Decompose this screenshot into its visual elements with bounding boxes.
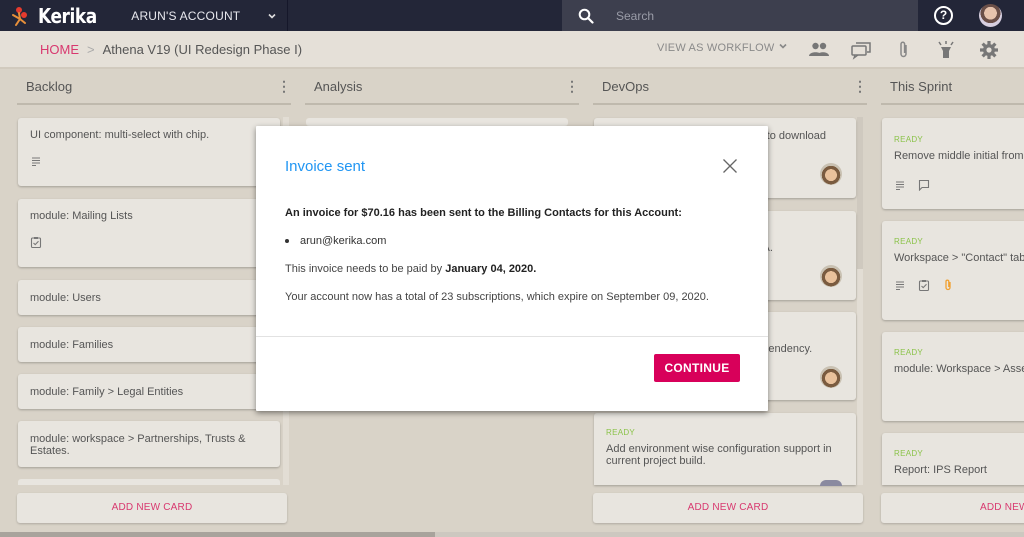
card-title: UI component: multi-select with chip. <box>30 129 210 141</box>
user-avatar[interactable] <box>979 4 1002 27</box>
due-date-text: This invoice needs to be paid by January… <box>285 263 744 275</box>
column-header: This Sprint <box>881 69 1024 105</box>
view-as-dropdown[interactable]: VIEW AS WORKFLOW <box>657 42 775 54</box>
add-new-card-button[interactable]: ADD NEW <box>881 493 1024 523</box>
chat-icon[interactable] <box>850 40 872 60</box>
card-partial[interactable] <box>18 479 280 485</box>
column-scrollbar[interactable] <box>857 117 863 485</box>
project-header: HOME > Athena V19 (UI Redesign Phase I) … <box>0 31 1024 69</box>
chevron-down-icon[interactable] <box>778 41 788 51</box>
column-title: Backlog <box>26 78 73 94</box>
card[interactable]: READY module: Workspace > Asset <box>882 332 1024 421</box>
card[interactable]: READY Add environment wise configuration… <box>594 413 856 486</box>
more-vert-icon[interactable]: ⋮ <box>565 79 579 93</box>
card-status: READY <box>894 237 924 246</box>
assignee-avatar[interactable] <box>820 265 842 287</box>
people-icon[interactable] <box>808 40 830 60</box>
settings-icon[interactable] <box>978 40 1000 60</box>
search-icon[interactable] <box>578 8 594 24</box>
assignee-avatar[interactable] <box>820 480 842 486</box>
card-title: Report: IPS Report <box>894 464 987 476</box>
invoice-summary: An invoice for $70.16 has been sent to t… <box>285 207 682 219</box>
card-status: READY <box>894 449 924 458</box>
card-status: READY <box>894 348 924 357</box>
card-title: module: Family > Legal Entities <box>30 386 184 398</box>
breadcrumb-separator: > <box>87 41 95 57</box>
column-header: Backlog ⋮ <box>17 69 291 105</box>
contact-email: arun@kerika.com <box>300 235 387 247</box>
card[interactable]: module: Users <box>18 280 280 315</box>
more-vert-icon[interactable]: ⋮ <box>277 79 291 93</box>
help-icon[interactable]: ? <box>934 6 953 25</box>
card-title: module: Families <box>30 339 114 351</box>
card[interactable]: module: Families <box>18 327 280 362</box>
card-status: READY <box>606 428 636 437</box>
checklist-icon <box>30 237 42 248</box>
due-date: January 04, 2020. <box>445 263 537 275</box>
subscriptions-text: Your account now has a total of 23 subsc… <box>285 291 709 303</box>
card[interactable]: UI component: multi-select with chip. <box>18 118 280 186</box>
column-title: This Sprint <box>890 78 953 94</box>
search-bar <box>562 0 918 31</box>
card[interactable]: READY Remove middle initial from <box>882 118 1024 209</box>
attachment-icon[interactable] <box>893 40 915 60</box>
card[interactable]: READY Workspace > "Contact" tab. <box>882 221 1024 320</box>
column-this-sprint: This Sprint READY Remove middle initial … <box>873 69 1024 537</box>
card[interactable]: module: workspace > Partnerships, Trusts… <box>18 421 280 467</box>
card-title: Remove middle initial from <box>894 150 1024 162</box>
card-title: Add environment wise configuration suppo… <box>606 443 832 467</box>
dialog-divider <box>256 336 768 337</box>
column-title: Analysis <box>314 78 363 94</box>
billing-contacts-list: arun@kerika.com <box>285 235 744 247</box>
billing-contact: arun@kerika.com <box>285 235 744 247</box>
column-header: DevOps ⋮ <box>593 69 867 105</box>
card[interactable]: module: Mailing Lists <box>18 199 280 267</box>
kerika-logo-icon[interactable] <box>10 5 32 27</box>
scrollbar-thumb[interactable] <box>0 532 435 537</box>
dialog-title: Invoice sent <box>285 158 366 175</box>
chevron-down-icon[interactable] <box>267 11 277 21</box>
column-title: DevOps <box>602 78 649 94</box>
comment-icon <box>918 179 930 191</box>
description-icon <box>896 281 904 291</box>
top-bar: Kerika ARUN'S ACCOUNT ? <box>0 0 1024 31</box>
card-title: module: Workspace > Asset <box>894 363 1024 375</box>
checklist-icon <box>918 280 930 291</box>
add-new-card-button[interactable]: ADD NEW CARD <box>17 493 287 523</box>
column-header: Analysis ⋮ <box>305 69 579 105</box>
brand-name[interactable]: Kerika <box>38 4 97 28</box>
card-title: module: Mailing Lists <box>30 210 133 222</box>
more-vert-icon[interactable]: ⋮ <box>853 79 867 93</box>
attachment-icon <box>945 279 951 291</box>
assignee-avatar[interactable] <box>820 163 842 185</box>
card-title: Workspace > "Contact" tab. <box>894 252 1024 264</box>
board-horizontal-scrollbar[interactable] <box>0 532 1024 537</box>
card[interactable]: module: Family > Legal Entities <box>18 374 280 409</box>
close-icon[interactable] <box>722 158 738 174</box>
bullet <box>285 239 289 243</box>
card-title: module: workspace > Partnerships, Trusts… <box>30 433 246 457</box>
project-title: Athena V19 (UI Redesign Phase I) <box>102 41 303 57</box>
highlight-icon[interactable] <box>935 40 957 60</box>
card-partial[interactable] <box>306 118 568 126</box>
continue-button[interactable]: CONTINUE <box>654 354 740 382</box>
card[interactable]: READY Report: IPS Report <box>882 433 1024 485</box>
add-new-card-button[interactable]: ADD NEW CARD <box>593 493 863 523</box>
due-prefix: This invoice needs to be paid by <box>285 263 446 275</box>
invoice-sent-dialog: Invoice sent An invoice for $70.16 has b… <box>256 126 768 411</box>
description-icon <box>896 181 904 191</box>
search-input[interactable] <box>616 8 896 23</box>
logo-area: Kerika ARUN'S ACCOUNT <box>0 0 288 31</box>
breadcrumb-home[interactable]: HOME <box>40 42 79 57</box>
dialog-body: An invoice for $70.16 has been sent to t… <box>285 207 744 303</box>
account-switcher[interactable]: ARUN'S ACCOUNT <box>131 9 267 23</box>
scrollbar-thumb[interactable] <box>857 117 863 269</box>
assignee-avatar[interactable] <box>820 366 842 388</box>
card-status: READY <box>894 135 924 144</box>
description-icon <box>32 157 40 167</box>
card-title: module: Users <box>30 292 101 304</box>
